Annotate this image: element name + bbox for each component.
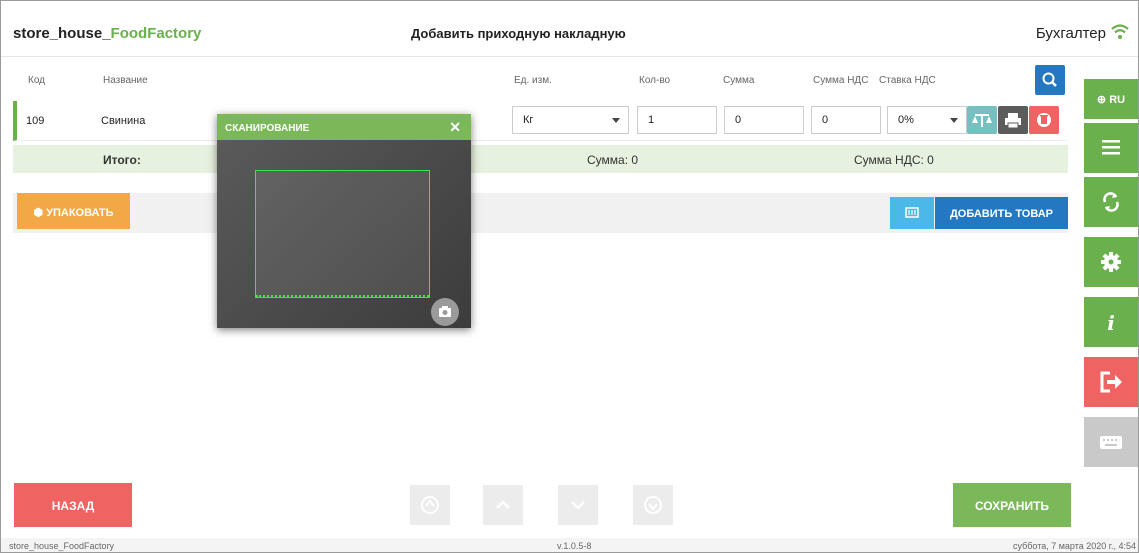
totals-row: Итого: Сумма: 0 Сумма НДС: 0 (13, 145, 1068, 173)
scan-modal-header: СКАНИРОВАНИЕ ✕ (217, 114, 471, 140)
vat-sum-value: 0 (822, 114, 829, 126)
language-button[interactable]: ⊕ RU (1084, 79, 1138, 119)
search-button[interactable] (1035, 65, 1065, 95)
add-item-button[interactable]: ДОБАВИТЬ ТОВАР (935, 197, 1068, 229)
scan-modal: СКАНИРОВАНИЕ ✕ (217, 114, 471, 328)
total-sum: Сумма: 0 (587, 153, 639, 167)
pack-label: УПАКОВАТЬ (46, 207, 114, 219)
wifi-icon (1111, 24, 1129, 39)
brand-logo: store_house_FoodFactory (13, 25, 201, 42)
settings-button[interactable] (1084, 237, 1138, 287)
col-code: Код (28, 75, 46, 86)
logout-icon (1100, 371, 1122, 393)
scale-icon (972, 114, 992, 127)
chevron-up-icon (496, 500, 510, 509)
action-toolbar: ⬢ УПАКОВАТЬ ДОБАВИТЬ ТОВАР (13, 193, 1068, 233)
brand-accent: FoodFactory (110, 25, 202, 42)
gear-icon (1101, 252, 1121, 272)
table-row: 109 Свинина Кг 1 0 0 0% (13, 101, 1068, 141)
camera-icon (439, 306, 451, 317)
vat-rate-value: 0% (898, 114, 914, 126)
trash-icon (1037, 113, 1051, 127)
scroll-down-button[interactable] (558, 485, 598, 525)
qty-value: 1 (648, 114, 655, 126)
user-role[interactable]: Бухгалтер (1036, 25, 1106, 42)
camera-switch-button[interactable] (431, 298, 459, 326)
col-qty: Кол-во (639, 75, 671, 86)
sum-input[interactable]: 0 (724, 106, 804, 134)
scan-line (256, 294, 429, 297)
page-title: Добавить приходную накладную (411, 26, 626, 41)
menu-button[interactable] (1084, 123, 1138, 173)
vat-sum-input[interactable]: 0 (811, 106, 881, 134)
top-bar: store_house_FoodFactory Добавить приходн… (1, 1, 1138, 57)
unit-value: Кг (523, 114, 534, 126)
arrow-circle-up-icon (421, 496, 439, 514)
row-code: 109 (26, 115, 45, 127)
status-datetime: суббота, 7 марта 2020 г., 4:54 (1012, 541, 1136, 551)
scan-frame (255, 170, 430, 298)
col-sum: Сумма (723, 75, 755, 86)
status-version: v.1.0.5-8 (557, 541, 592, 551)
delete-button[interactable] (1029, 106, 1059, 134)
camera-preview (217, 140, 471, 328)
chevron-down-icon (950, 118, 958, 123)
keyboard-button[interactable] (1084, 417, 1138, 467)
chevron-down-icon (612, 118, 620, 123)
barcode-icon (905, 207, 919, 218)
language-label: RU (1109, 94, 1126, 106)
barcode-scan-button[interactable] (890, 197, 934, 229)
qty-input[interactable]: 1 (637, 106, 717, 134)
pack-button[interactable]: ⬢ УПАКОВАТЬ (17, 193, 130, 229)
chevron-down-icon (571, 501, 585, 510)
sync-icon (1103, 192, 1119, 212)
save-button[interactable]: СОХРАНИТЬ (953, 483, 1071, 527)
row-name: Свинина (101, 115, 146, 127)
scale-button[interactable] (967, 106, 997, 134)
scan-modal-title: СКАНИРОВАНИЕ (225, 123, 310, 134)
menu-icon (1102, 140, 1120, 155)
app-window: store_house_FoodFactory Добавить приходн… (0, 0, 1139, 553)
sum-value: 0 (735, 114, 742, 126)
col-vat-sum: Сумма НДС (813, 75, 869, 86)
brand-prefix: store_house_ (13, 25, 111, 42)
search-icon (1042, 72, 1057, 87)
back-button[interactable]: НАЗАД (14, 483, 132, 527)
print-button[interactable] (998, 106, 1028, 134)
svg-text:i: i (1107, 311, 1115, 335)
col-unit: Ед. изм. (514, 75, 552, 86)
scroll-top-button[interactable] (410, 485, 450, 525)
logout-button[interactable] (1084, 357, 1138, 407)
print-icon (1005, 113, 1021, 129)
total-vat-sum: Сумма НДС: 0 (854, 153, 934, 167)
cube-icon: ⬢ (33, 207, 47, 219)
table-header: Код Название Ед. изм. Кол-во Сумма Сумма… (1, 75, 1081, 95)
col-vat-rate: Ставка НДС (879, 75, 936, 86)
status-app-name: store_house_FoodFactory (9, 541, 115, 551)
total-label: Итого: (103, 153, 141, 167)
info-button[interactable]: i (1084, 297, 1138, 347)
close-icon[interactable]: ✕ (449, 119, 461, 136)
sync-button[interactable] (1084, 177, 1138, 227)
vat-rate-select[interactable]: 0% (887, 106, 967, 134)
info-icon: i (1107, 311, 1115, 335)
scroll-bottom-button[interactable] (633, 485, 673, 525)
keyboard-icon (1100, 436, 1122, 449)
unit-select[interactable]: Кг (512, 106, 629, 134)
globe-icon: ⊕ (1096, 94, 1107, 106)
status-bar: store_house_FoodFactory v.1.0.5-8 суббот… (1, 538, 1138, 552)
col-name: Название (103, 75, 148, 86)
arrow-circle-down-icon (644, 496, 662, 514)
scroll-up-button[interactable] (483, 485, 523, 525)
